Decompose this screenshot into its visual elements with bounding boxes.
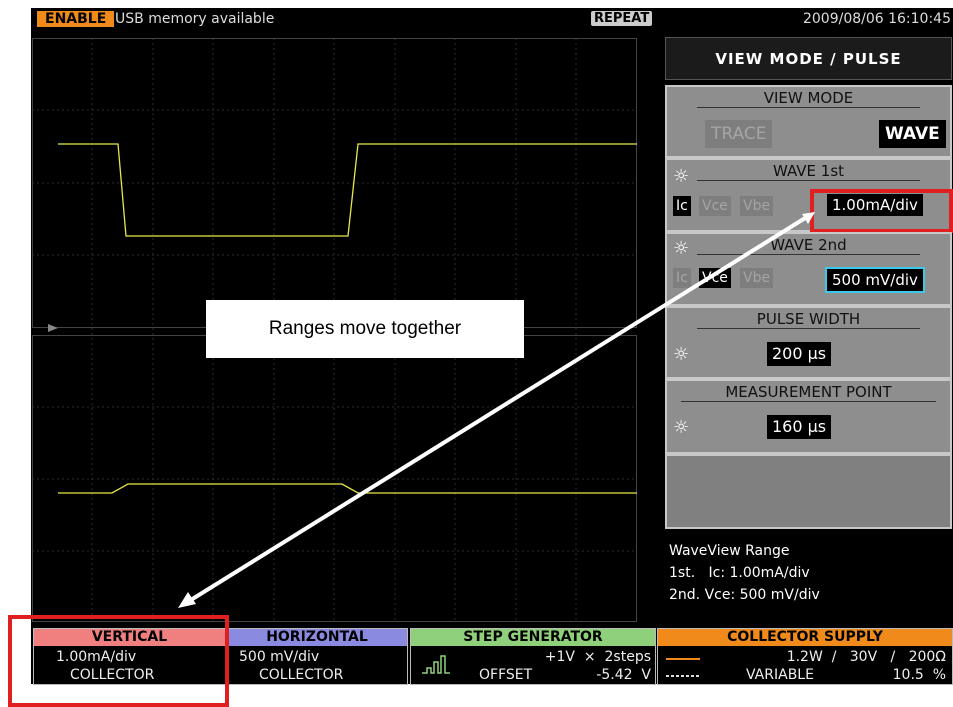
wave-1st-range-highlight (810, 189, 953, 233)
variable-label: VARIABLE (746, 667, 814, 683)
channel-vce-2nd[interactable]: Vce (699, 268, 731, 288)
trace-1st-ic (58, 143, 637, 237)
collector-power-voltage-resistance: 1.2W / 30V / 200Ω (786, 649, 946, 665)
pulse-width-value[interactable]: 200 µs (767, 342, 832, 366)
measurement-point-title: MEASUREMENT POINT (681, 383, 936, 402)
wave-1st-title: WAVE 1st (697, 162, 920, 181)
horizontal-block[interactable]: HORIZONTAL 500 mV/div COLLECTOR (226, 628, 408, 685)
gear-icon: ☼ (673, 238, 690, 259)
collector-supply-block[interactable]: COLLECTOR SUPPLY 1.2W / 30V / 200Ω VARIA… (657, 628, 953, 685)
menu-title: VIEW MODE / PULSE (665, 37, 952, 80)
channel-vbe-1st[interactable]: Vbe (740, 196, 774, 216)
step-staircase-icon (422, 655, 450, 674)
channel-vce-1st[interactable]: Vce (699, 196, 731, 216)
callout-box: Ranges move together (206, 300, 524, 358)
step-generator-block[interactable]: STEP GENERATOR +1V × 2steps OFFSET -5.42… (410, 628, 656, 685)
channel-ic-2nd[interactable]: Ic (673, 268, 691, 288)
waveview-range-info: WaveView Range 1st. Ic: 1.00mA/div 2nd. … (669, 540, 820, 606)
wave-2nd-range[interactable]: 500 mV/div (825, 267, 925, 293)
pulse-width-title: PULSE WIDTH (697, 310, 920, 329)
wave-2nd-title: WAVE 2nd (697, 236, 920, 255)
usb-status-text: USB memory available (115, 11, 275, 27)
empty-panel (665, 454, 952, 529)
trace-2nd-vce (58, 483, 637, 494)
collector-supply-header: COLLECTOR SUPPLY (658, 629, 952, 646)
waveview-range-heading: WaveView Range (669, 543, 790, 559)
vertical-block-highlight (8, 615, 229, 707)
wave-option[interactable]: WAVE (879, 120, 946, 148)
variable-value: 10.5 % (892, 667, 946, 683)
step-amplitude: +1V × 2steps (544, 649, 651, 665)
offset-label: OFFSET (479, 667, 533, 683)
trace-option[interactable]: TRACE (705, 120, 773, 148)
step-generator-header: STEP GENERATOR (411, 629, 655, 646)
gear-icon: ☼ (673, 417, 690, 438)
horizontal-range: 500 mV/div (239, 649, 320, 665)
offset-value: -5.42 V (596, 667, 651, 683)
gear-icon: ☼ (673, 344, 690, 365)
wave-2nd-panel[interactable]: ☼ WAVE 2nd Ic Vce Vbe 500 mV/div (665, 232, 952, 306)
gear-icon: ☼ (673, 166, 690, 187)
waveview-range-1st: 1st. Ic: 1.00mA/div (669, 565, 810, 581)
repeat-badge: REPEAT (591, 11, 653, 26)
horizontal-header: HORIZONTAL (227, 629, 407, 646)
measurement-point-panel[interactable]: MEASUREMENT POINT ☼ 160 µs (665, 379, 952, 454)
horizontal-source: COLLECTOR (259, 667, 344, 683)
view-mode-panel[interactable]: VIEW MODE TRACE WAVE (665, 85, 952, 158)
pulse-width-panel[interactable]: PULSE WIDTH ☼ 200 µs (665, 306, 952, 379)
status-bar: ENABLE USB memory available REPEAT 2009/… (31, 8, 953, 30)
channel-ic-1st[interactable]: Ic (673, 196, 691, 216)
view-mode-title: VIEW MODE (697, 89, 920, 108)
channel-vbe-2nd[interactable]: Vbe (740, 268, 774, 288)
measurement-point-value[interactable]: 160 µs (767, 415, 832, 439)
enable-badge[interactable]: ENABLE (37, 11, 115, 27)
datetime-text: 2009/08/06 16:10:45 (802, 11, 951, 27)
line-style-legend-icon (666, 658, 700, 677)
trace-1-marker (48, 324, 58, 332)
waveview-range-2nd: 2nd. Vce: 500 mV/div (669, 587, 820, 603)
